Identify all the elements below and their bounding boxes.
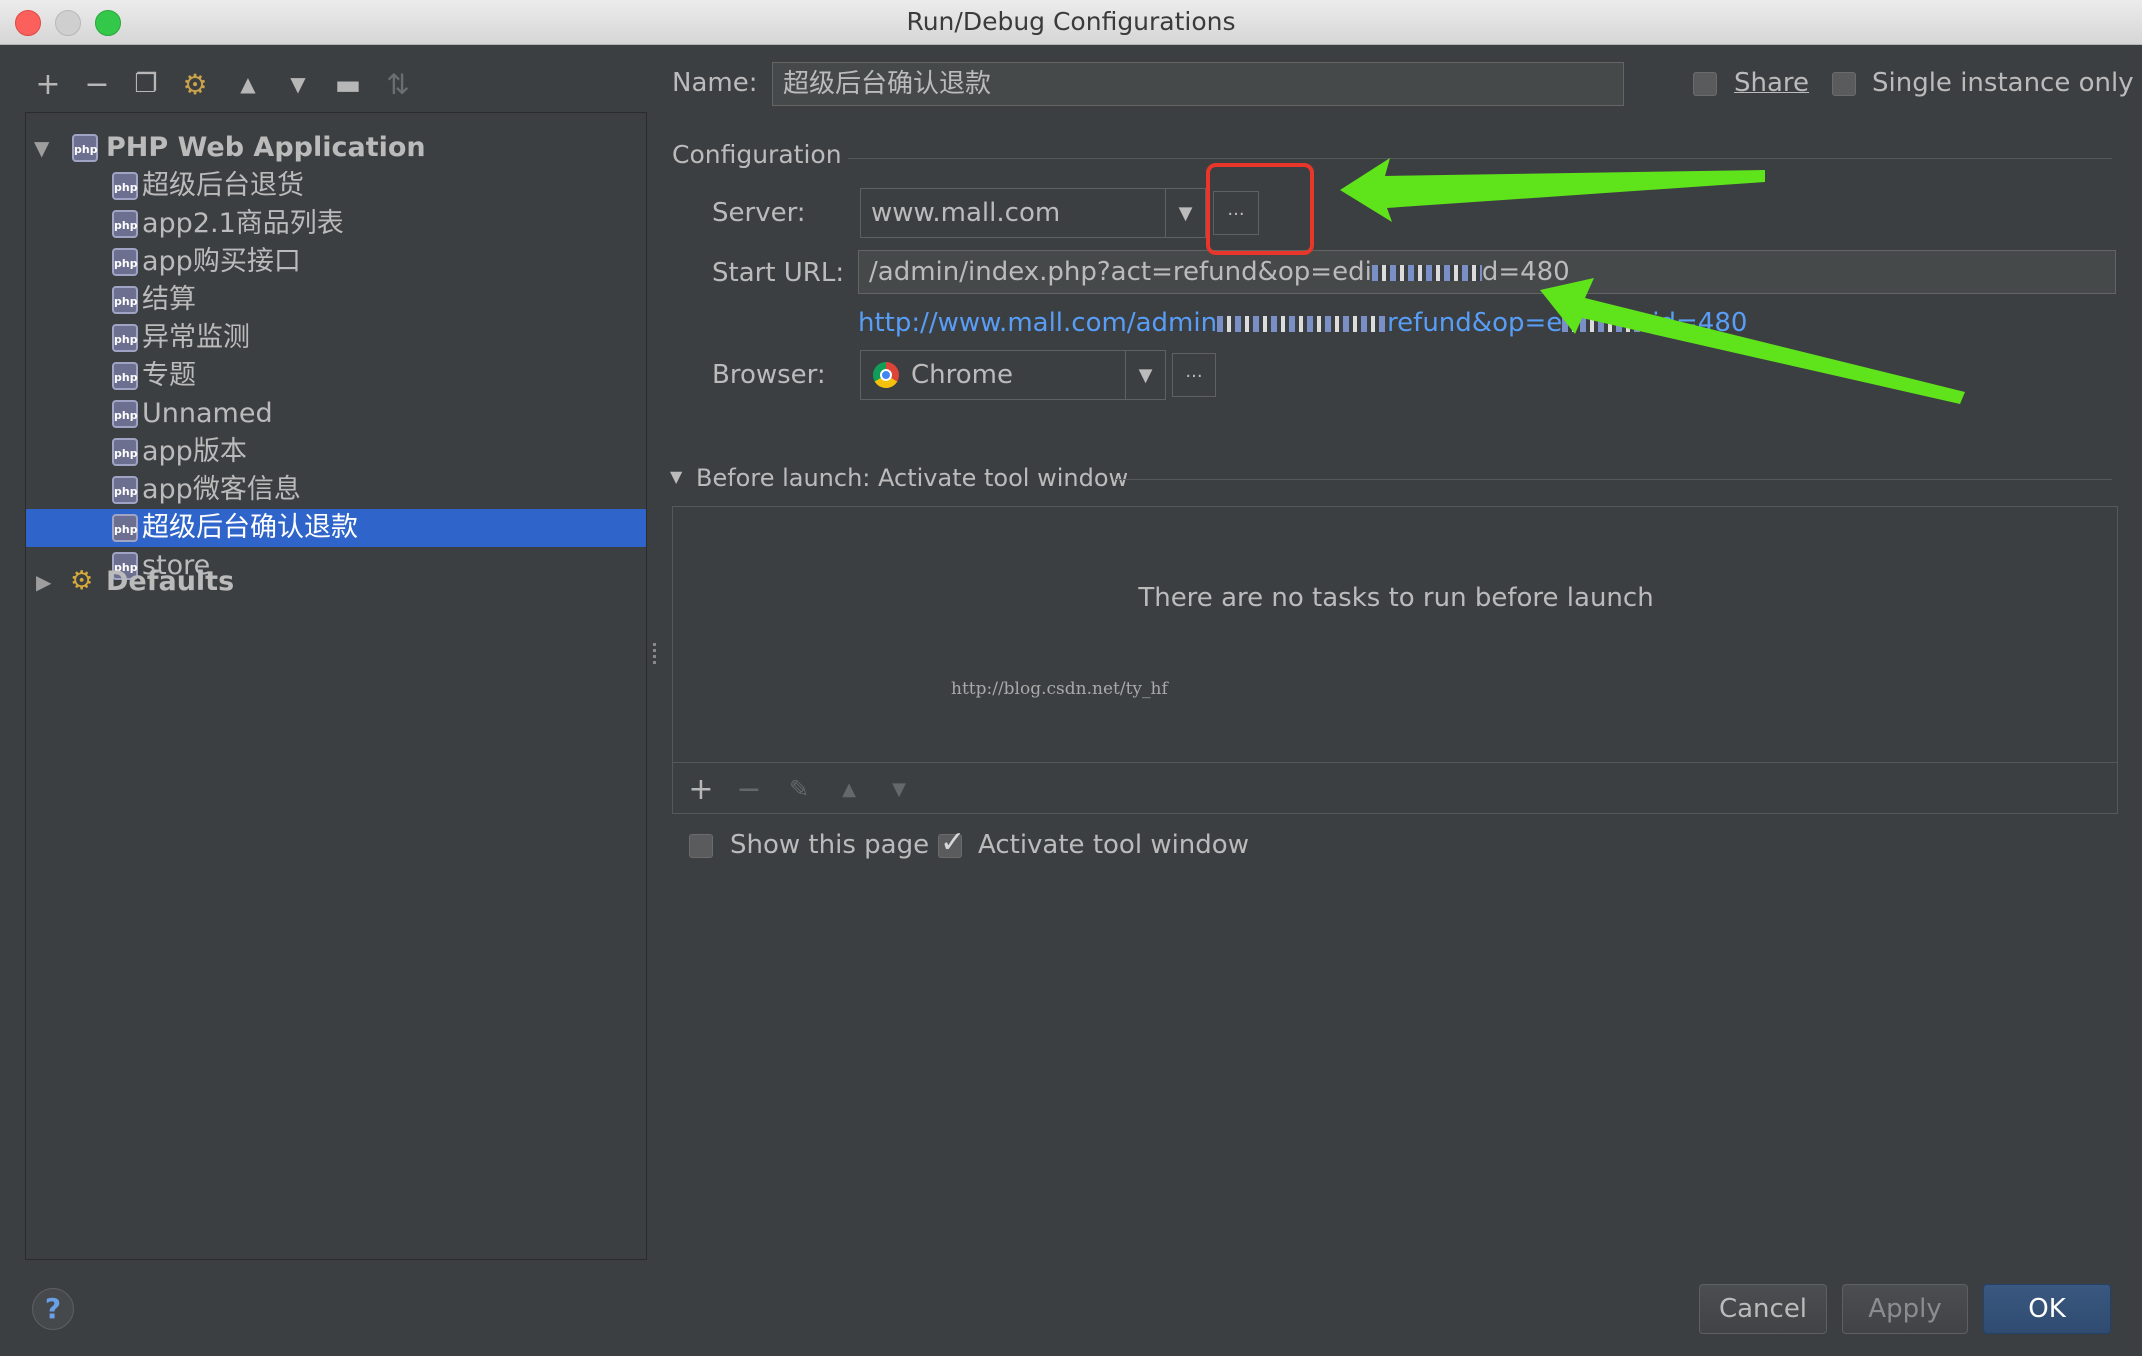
help-button[interactable]: ? xyxy=(32,1288,74,1330)
apply-button[interactable]: Apply xyxy=(1842,1284,1968,1334)
highlight-box xyxy=(1206,163,1314,255)
annotation-overlay xyxy=(1206,158,1965,404)
arrow-to-browse-button xyxy=(1340,158,1765,222)
arrow-to-start-url xyxy=(1540,278,1965,404)
cancel-button[interactable]: Cancel xyxy=(1699,1284,1827,1334)
ok-button[interactable]: OK xyxy=(1983,1284,2111,1334)
